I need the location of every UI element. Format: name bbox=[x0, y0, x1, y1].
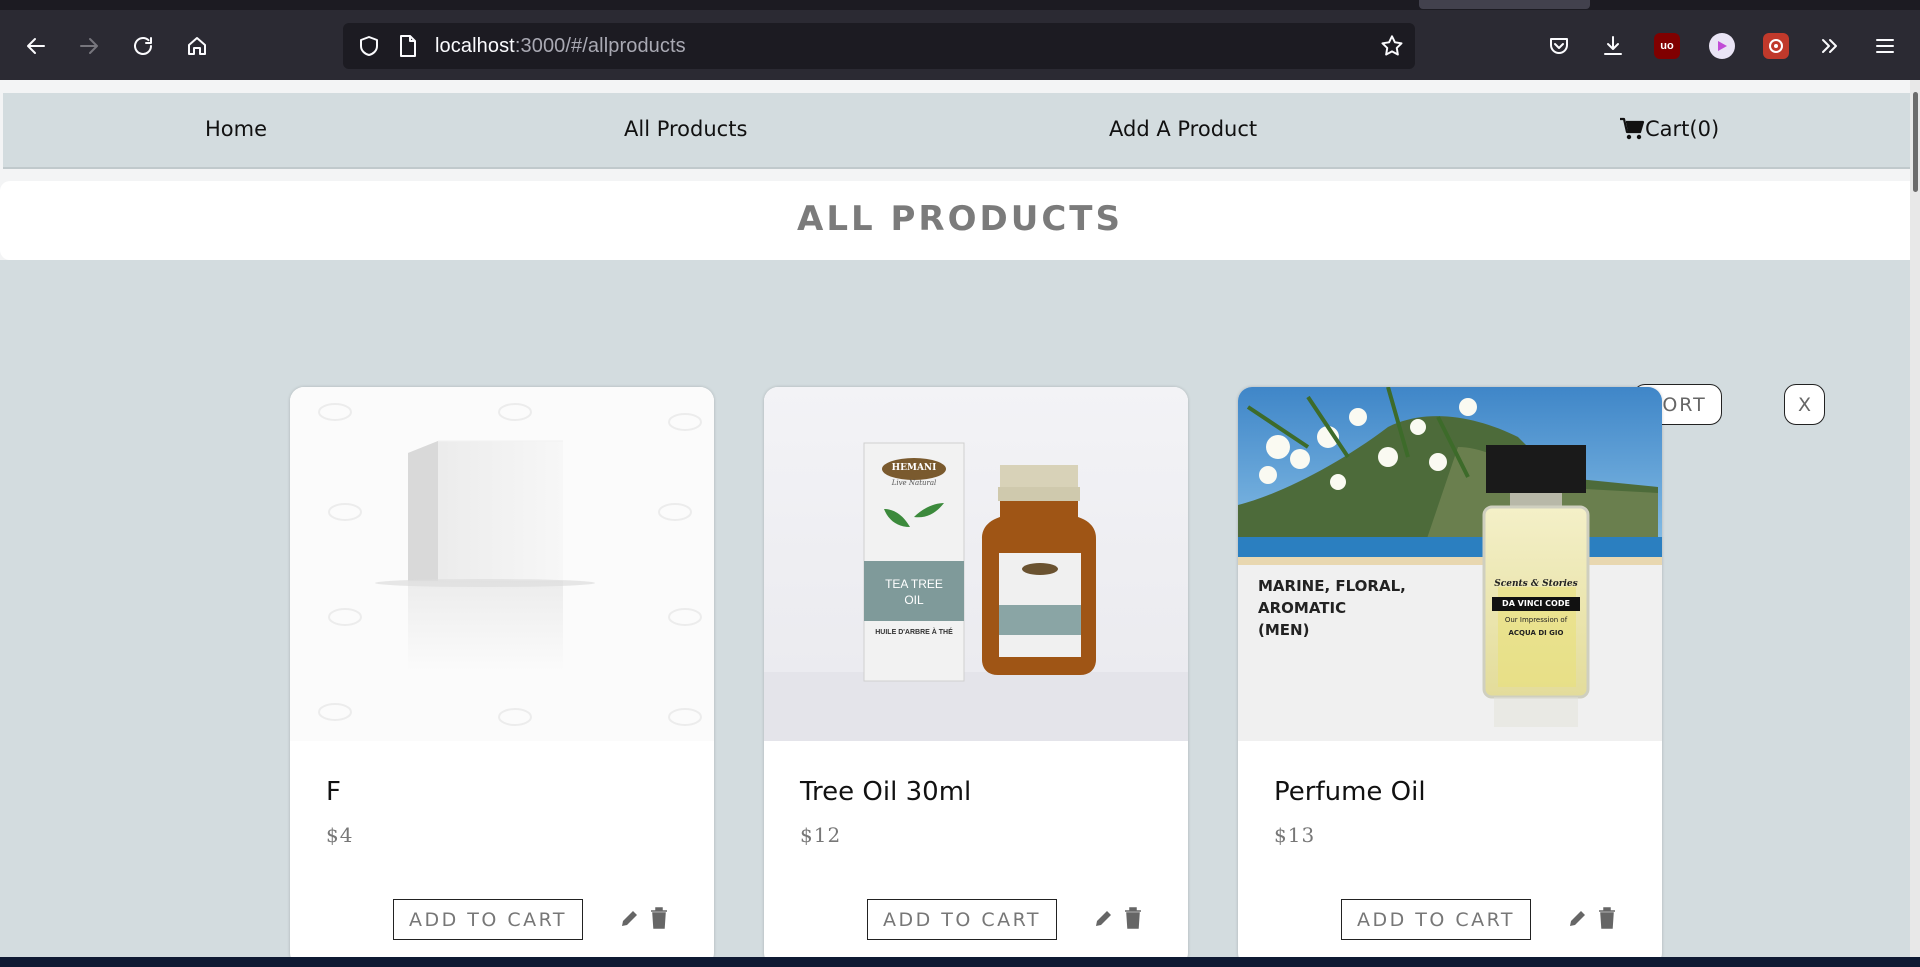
add-to-cart-button[interactable]: ADD TO CART bbox=[393, 899, 583, 940]
clear-sort-button[interactable]: X bbox=[1784, 384, 1825, 425]
add-to-cart-button[interactable]: ADD TO CART bbox=[867, 899, 1057, 940]
image-impression: Our Impression of bbox=[1504, 616, 1568, 624]
image-line3: HUILE D'ARBRE À THÉ bbox=[875, 629, 953, 636]
scrollbar-thumb[interactable] bbox=[1913, 92, 1918, 192]
url-text[interactable]: localhost:3000/#/allproducts bbox=[435, 35, 686, 58]
page-title-card: ALL PRODUCTS bbox=[0, 181, 1920, 260]
product-price: $4 bbox=[326, 823, 354, 847]
delete-icon[interactable] bbox=[1124, 907, 1142, 929]
url-host: localhost bbox=[435, 35, 515, 57]
menu-icon[interactable] bbox=[1871, 32, 1899, 60]
image-code: DA VINCI CODE bbox=[1502, 599, 1570, 608]
product-card: F $4 ADD TO CART bbox=[290, 387, 714, 967]
overflow-icon[interactable] bbox=[1816, 32, 1844, 60]
nav-add-product[interactable]: Add A Product bbox=[1109, 117, 1257, 141]
back-icon[interactable] bbox=[22, 32, 50, 60]
image-line2: OIL bbox=[904, 593, 924, 607]
extension-play-icon[interactable] bbox=[1709, 33, 1735, 59]
scrollbar[interactable] bbox=[1910, 80, 1920, 957]
page-icon bbox=[400, 35, 416, 57]
add-to-cart-button[interactable]: ADD TO CART bbox=[1341, 899, 1531, 940]
delete-icon[interactable] bbox=[1598, 907, 1616, 929]
reload-icon[interactable] bbox=[129, 32, 157, 60]
image-sub: Live Natural bbox=[891, 479, 937, 487]
delete-icon[interactable] bbox=[650, 907, 668, 929]
product-price: $12 bbox=[800, 823, 842, 847]
pocket-icon[interactable] bbox=[1545, 32, 1573, 60]
image-tag-line3: (MEN) bbox=[1258, 621, 1310, 639]
url-bar[interactable]: localhost:3000/#/allproducts bbox=[343, 23, 1415, 69]
image-brand: Scents & Stories bbox=[1494, 579, 1578, 589]
product-price: $13 bbox=[1274, 823, 1316, 847]
image-tag-line2: AROMATIC bbox=[1258, 599, 1347, 617]
top-nav: Home All Products Add A Product Cart(0) bbox=[3, 93, 1910, 169]
ublock-label: uo bbox=[1660, 40, 1674, 52]
window-bottom-strip bbox=[0, 957, 1920, 967]
forward-icon[interactable] bbox=[75, 32, 103, 60]
image-brand: HEMANI bbox=[891, 463, 937, 473]
image-line1: TEA TREE bbox=[885, 577, 943, 591]
shield-icon[interactable] bbox=[357, 34, 381, 58]
nav-cart[interactable]: Cart(0) bbox=[1619, 117, 1719, 141]
product-image: MARINE, FLORAL, AROMATIC (MEN) Scents & … bbox=[1238, 387, 1662, 741]
image-ref: ACQUA DI GIO bbox=[1508, 629, 1564, 637]
product-image bbox=[290, 387, 714, 741]
page-title: ALL PRODUCTS bbox=[797, 199, 1123, 239]
browser-toolbar: localhost:3000/#/allproducts uo bbox=[0, 10, 1920, 80]
tab-hint[interactable] bbox=[1419, 0, 1590, 9]
nav-cart-label: Cart(0) bbox=[1645, 117, 1720, 141]
nav-home[interactable]: Home bbox=[205, 117, 267, 141]
extension-red-icon[interactable] bbox=[1763, 33, 1789, 59]
home-icon[interactable] bbox=[183, 32, 211, 60]
nav-all-products[interactable]: All Products bbox=[624, 117, 747, 141]
product-card: HEMANI Live Natural TEA TREE OIL HUILE D… bbox=[764, 387, 1188, 967]
cart-icon bbox=[1620, 117, 1645, 140]
edit-icon[interactable] bbox=[1094, 908, 1114, 928]
edit-icon[interactable] bbox=[620, 908, 640, 928]
window-top-strip bbox=[0, 0, 1920, 10]
download-icon[interactable] bbox=[1599, 32, 1627, 60]
product-image: HEMANI Live Natural TEA TREE OIL HUILE D… bbox=[764, 387, 1188, 741]
ublock-icon[interactable]: uo bbox=[1654, 33, 1680, 59]
product-card: MARINE, FLORAL, AROMATIC (MEN) Scents & … bbox=[1238, 387, 1662, 967]
product-name: F bbox=[326, 777, 341, 807]
url-path: :3000/#/allproducts bbox=[514, 35, 686, 57]
product-name: Perfume Oil bbox=[1274, 777, 1426, 807]
edit-icon[interactable] bbox=[1568, 908, 1588, 928]
bookmark-star-icon[interactable] bbox=[1379, 33, 1405, 59]
image-tag-line1: MARINE, FLORAL, bbox=[1258, 577, 1406, 595]
product-name: Tree Oil 30ml bbox=[800, 777, 972, 807]
